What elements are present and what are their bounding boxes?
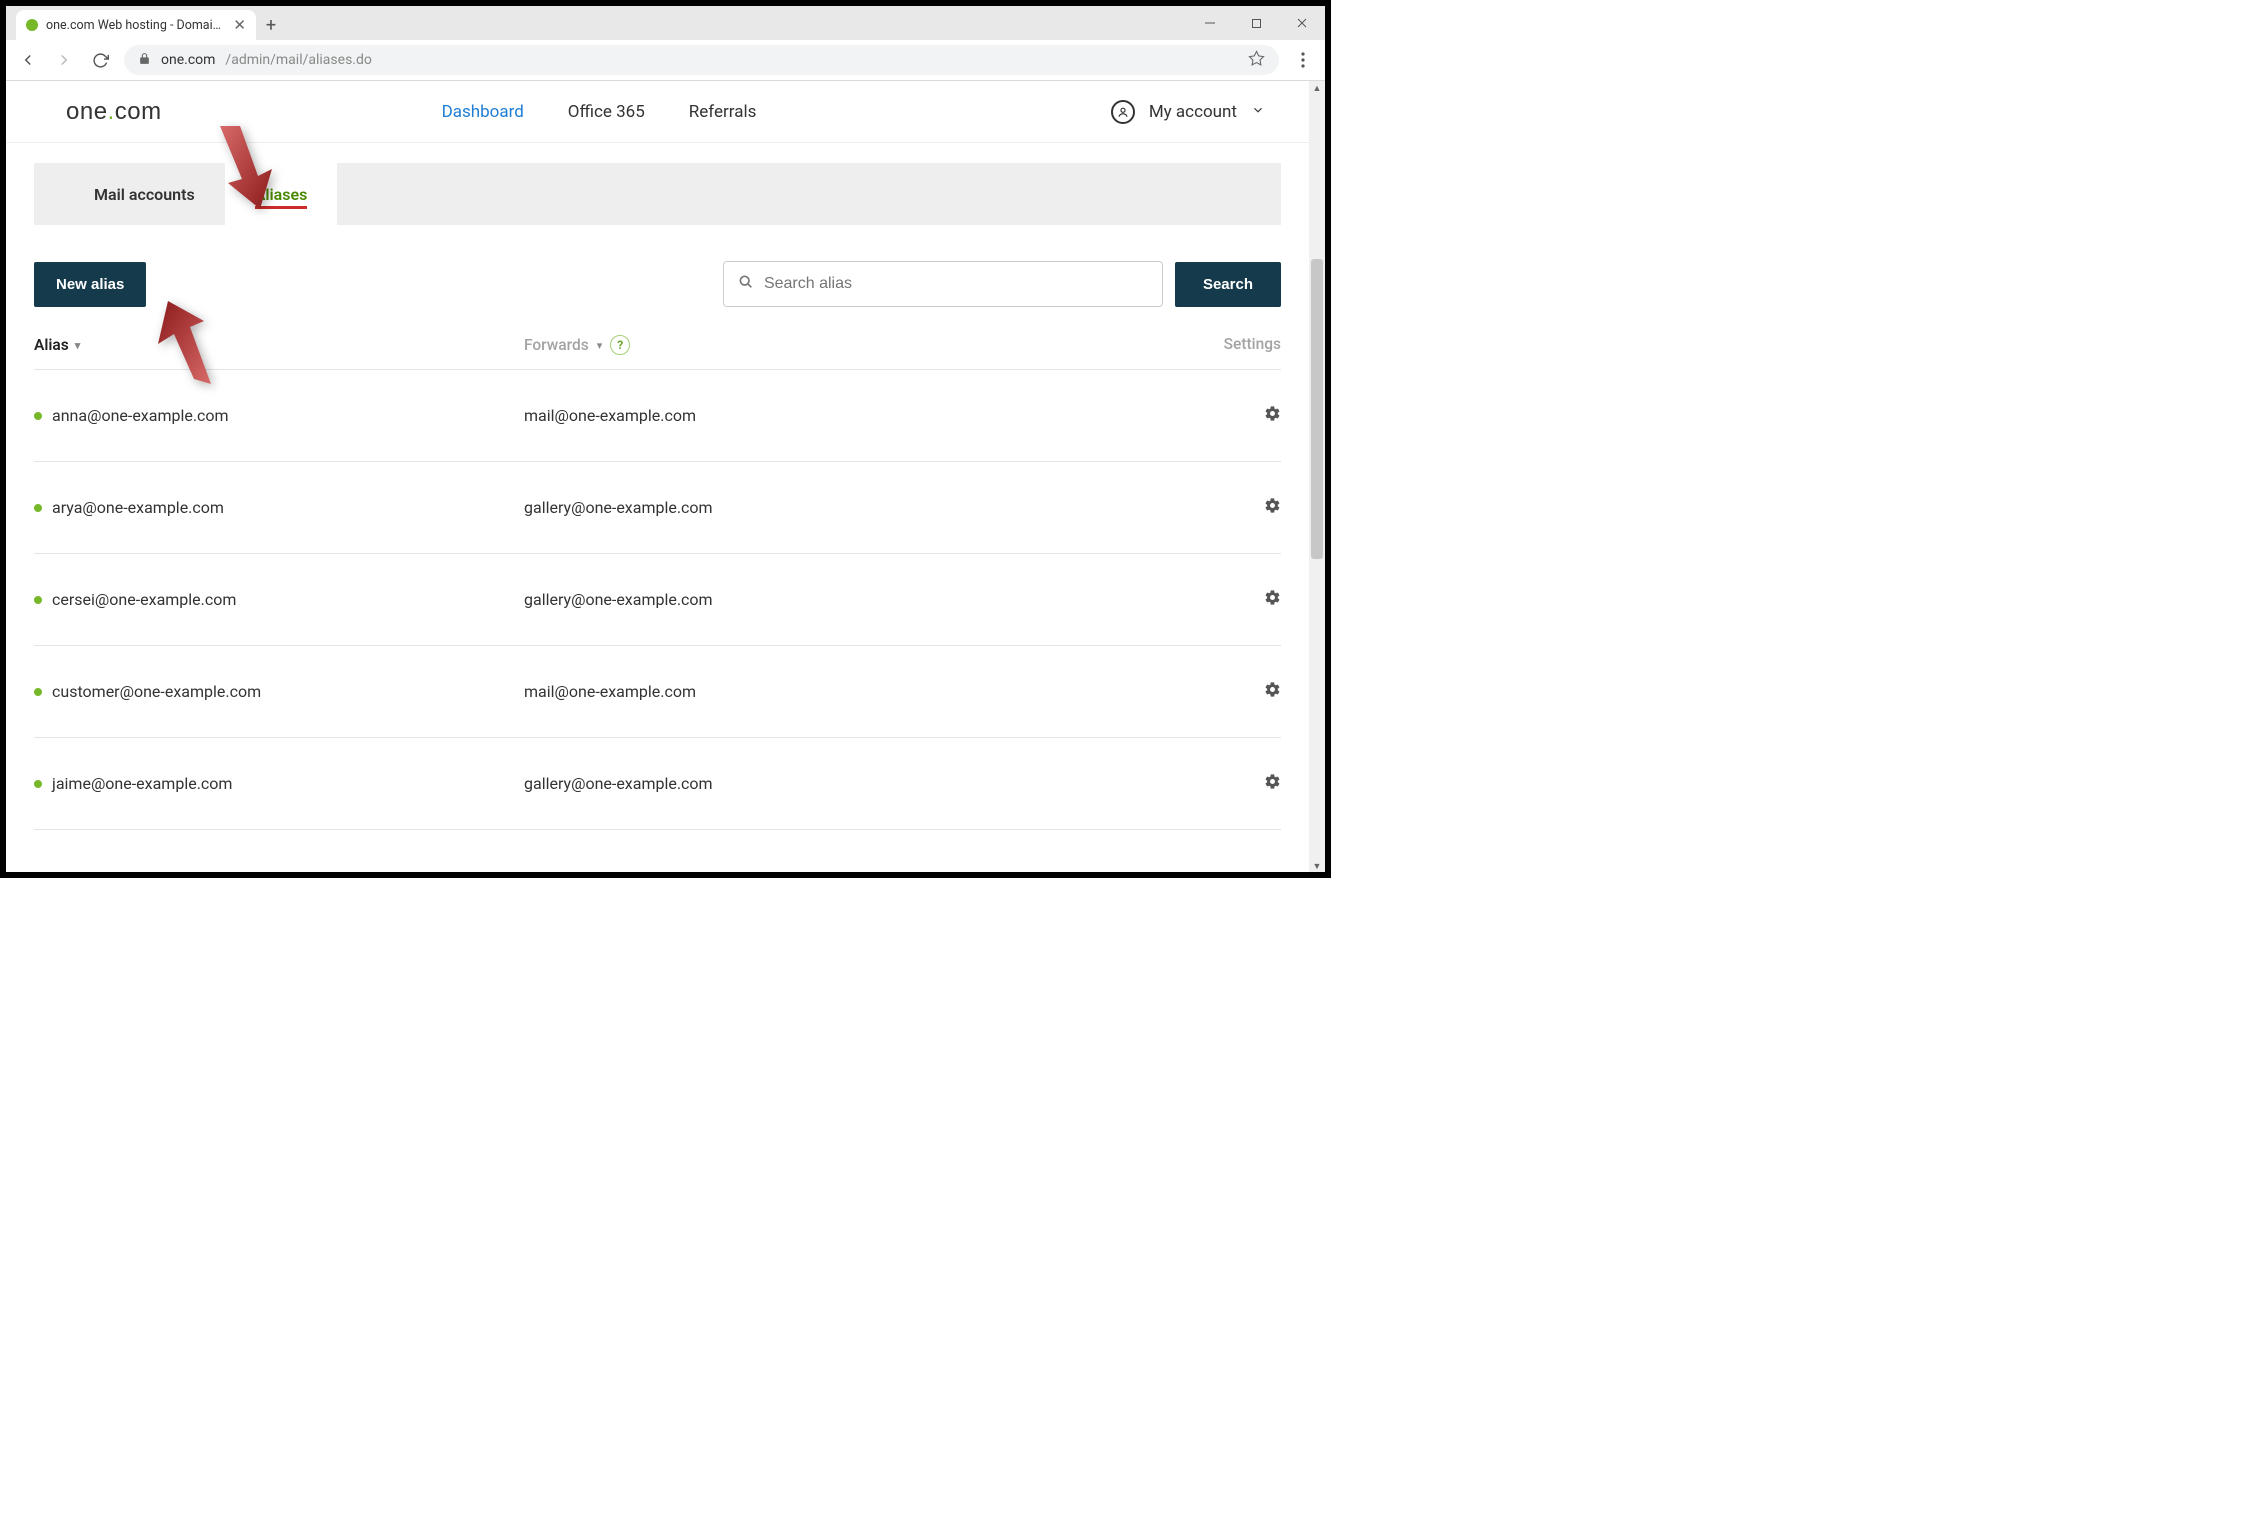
gear-icon[interactable] [1264, 591, 1281, 610]
chevron-down-icon [1251, 102, 1265, 122]
reload-button[interactable] [88, 48, 112, 72]
forward-cell: mail@one-example.com [524, 406, 1201, 425]
alias-email: anna@one-example.com [52, 406, 229, 425]
column-alias[interactable]: Alias ▾ [34, 335, 524, 355]
browser-chrome: one.com Web hosting - Domain… ✕ + [6, 6, 1325, 81]
tab-underline [255, 206, 308, 209]
alias-cell: customer@one-example.com [34, 682, 524, 701]
new-alias-button[interactable]: New alias [34, 262, 146, 307]
gear-icon[interactable] [1264, 499, 1281, 518]
scroll-thumb[interactable] [1311, 259, 1323, 559]
tab-mail-accounts[interactable]: Mail accounts [34, 163, 225, 225]
status-dot [34, 596, 42, 604]
alias-cell: arya@one-example.com [34, 498, 524, 517]
gear-icon[interactable] [1264, 775, 1281, 794]
my-account-label: My account [1149, 102, 1237, 122]
table-row: jaime@one-example.com gallery@one-example… [34, 738, 1281, 830]
alias-cell: cersei@one-example.com [34, 590, 524, 609]
search-button[interactable]: Search [1175, 262, 1281, 307]
chevron-down-icon: ▾ [597, 339, 603, 352]
gear-icon[interactable] [1264, 683, 1281, 702]
site-header: one.com Dashboard Office 365 Referrals M… [6, 81, 1309, 143]
nav-dashboard[interactable]: Dashboard [442, 102, 524, 122]
search-icon [738, 274, 754, 294]
window-maximize-button[interactable] [1233, 6, 1279, 40]
chevron-down-icon: ▾ [75, 339, 81, 352]
table-row: customer@one-example.com mail@one-example… [34, 646, 1281, 738]
table-row: arya@one-example.com gallery@one-example.… [34, 462, 1281, 554]
new-tab-button[interactable]: + [256, 10, 286, 40]
browser-menu-button[interactable] [1291, 48, 1315, 72]
status-dot [34, 504, 42, 512]
alias-cell: anna@one-example.com [34, 406, 524, 425]
back-button[interactable] [16, 48, 40, 72]
alias-email: customer@one-example.com [52, 682, 261, 701]
browser-tab[interactable]: one.com Web hosting - Domain… ✕ [16, 10, 256, 40]
user-icon [1111, 100, 1135, 124]
alias-email: cersei@one-example.com [52, 590, 236, 609]
gear-icon[interactable] [1264, 407, 1281, 426]
alias-email: arya@one-example.com [52, 498, 224, 517]
search-alias-box[interactable] [723, 261, 1163, 307]
tab-aliases[interactable]: Aliases [225, 163, 338, 225]
table-row: cersei@one-example.com gallery@one-exampl… [34, 554, 1281, 646]
my-account-menu[interactable]: My account [1111, 100, 1265, 124]
lock-icon [138, 52, 151, 69]
column-settings: Settings [1201, 335, 1281, 355]
forward-cell: gallery@one-example.com [524, 774, 1201, 793]
table-row: anna@one-example.com mail@one-example.com [34, 370, 1281, 462]
forward-button[interactable] [52, 48, 76, 72]
mail-tabstrip: Mail accounts Aliases [34, 163, 1281, 225]
logo[interactable]: one.com [66, 98, 162, 126]
tab-title: one.com Web hosting - Domain… [46, 18, 225, 33]
forward-cell: mail@one-example.com [524, 682, 1201, 701]
favicon [26, 19, 38, 31]
search-alias-input[interactable] [764, 275, 1148, 293]
url-host: one.com [161, 52, 215, 68]
scroll-down-arrow[interactable]: ▼ [1309, 859, 1325, 873]
alias-email: jaime@one-example.com [52, 774, 232, 793]
window-close-button[interactable] [1279, 6, 1325, 40]
nav-referrals[interactable]: Referrals [689, 102, 757, 122]
status-dot [34, 780, 42, 788]
window-minimize-button[interactable] [1187, 6, 1233, 40]
alias-cell: jaime@one-example.com [34, 774, 524, 793]
status-dot [34, 412, 42, 420]
close-tab-icon[interactable]: ✕ [233, 18, 246, 33]
scroll-up-arrow[interactable]: ▲ [1309, 81, 1325, 95]
forward-cell: gallery@one-example.com [524, 498, 1201, 517]
column-forwards[interactable]: Forwards ▾ ? [524, 335, 1201, 355]
bookmark-star-icon[interactable] [1248, 50, 1265, 71]
url-path: /admin/mail/aliases.do [225, 52, 371, 68]
status-dot [34, 688, 42, 696]
nav-office365[interactable]: Office 365 [568, 102, 645, 122]
help-icon[interactable]: ? [610, 335, 630, 355]
forward-cell: gallery@one-example.com [524, 590, 1201, 609]
vertical-scrollbar[interactable]: ▲ ▼ [1309, 81, 1325, 873]
address-bar[interactable]: one.com/admin/mail/aliases.do [124, 45, 1279, 75]
table-header: Alias ▾ Forwards ▾ ? Settings [34, 307, 1281, 370]
